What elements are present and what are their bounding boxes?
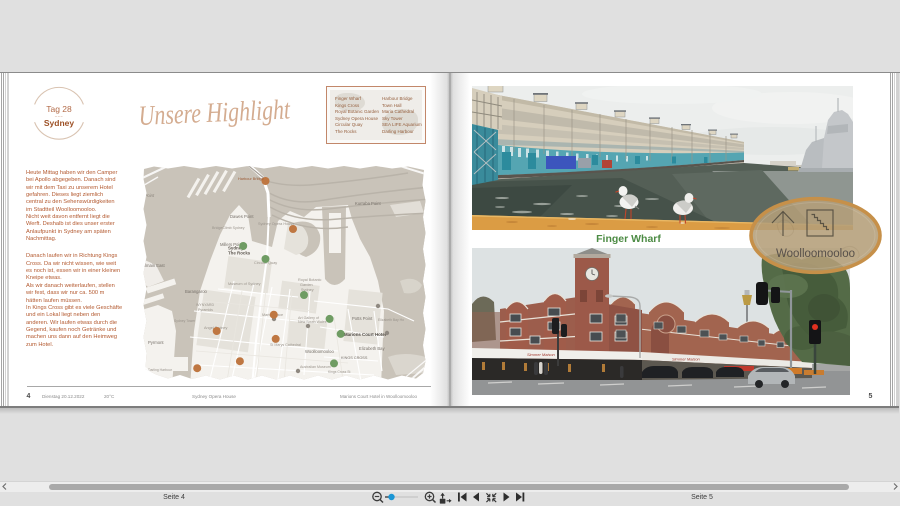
svg-text:Barangaroo: Barangaroo	[185, 289, 208, 294]
svg-text:Woolloomooloo: Woolloomooloo	[776, 248, 855, 260]
svg-text:Dawes Point: Dawes Point	[230, 214, 254, 219]
svg-text:Elizabeth Bay: Elizabeth Bay	[359, 346, 386, 351]
svg-text:Sydney Tower: Sydney Tower	[174, 319, 196, 323]
svg-text:Kurraba Point: Kurraba Point	[355, 201, 381, 206]
svg-text:Balmain East: Balmain East	[140, 263, 166, 268]
svg-text:Sydney Opera House: Sydney Opera House	[258, 222, 294, 226]
svg-text:Sydney: Sydney	[44, 118, 75, 128]
svg-text:Royal Botanic: Royal Botanic	[298, 278, 322, 282]
svg-text:Potts Point: Potts Point	[352, 316, 373, 321]
svg-text:WYNYARD: WYNYARD	[196, 303, 215, 307]
svg-text:Kings Cross St: Kings Cross St	[328, 370, 350, 374]
svg-text:Tag 28: Tag 28	[46, 104, 72, 114]
svg-text:New South Wales: New South Wales	[298, 320, 327, 324]
svg-text:Australian Museum: Australian Museum	[300, 365, 331, 369]
svg-text:St Marys Cathedral: St Marys Cathedral	[270, 343, 301, 347]
svg-text:Woolloomooloo: Woolloomooloo	[305, 349, 334, 354]
svg-text:es Point: es Point	[139, 193, 155, 198]
svg-text:Harbour Bridge: Harbour Bridge	[238, 177, 264, 181]
svg-text:Marions Court Hotel: Marions Court Hotel	[344, 332, 386, 337]
svg-text:Museum of Sydney: Museum of Sydney	[228, 282, 261, 286]
svg-text:Garden: Garden	[300, 283, 313, 287]
svg-text:BridgeClimb Sydney: BridgeClimb Sydney	[212, 226, 245, 230]
svg-text:Elizabeth Bay Ho: Elizabeth Bay Ho	[378, 318, 404, 322]
svg-text:Simmer Maison: Simmer Maison	[672, 357, 701, 362]
svg-text:The Rocks: The Rocks	[228, 251, 251, 256]
svg-text:Pyramids: Pyramids	[198, 308, 213, 312]
svg-text:Darling Harbour: Darling Harbour	[148, 368, 173, 372]
svg-text:Simmer Maison: Simmer Maison	[527, 352, 556, 357]
svg-text:KINGS CROSS: KINGS CROSS	[341, 356, 368, 360]
svg-text:Pyrmont: Pyrmont	[148, 340, 164, 345]
